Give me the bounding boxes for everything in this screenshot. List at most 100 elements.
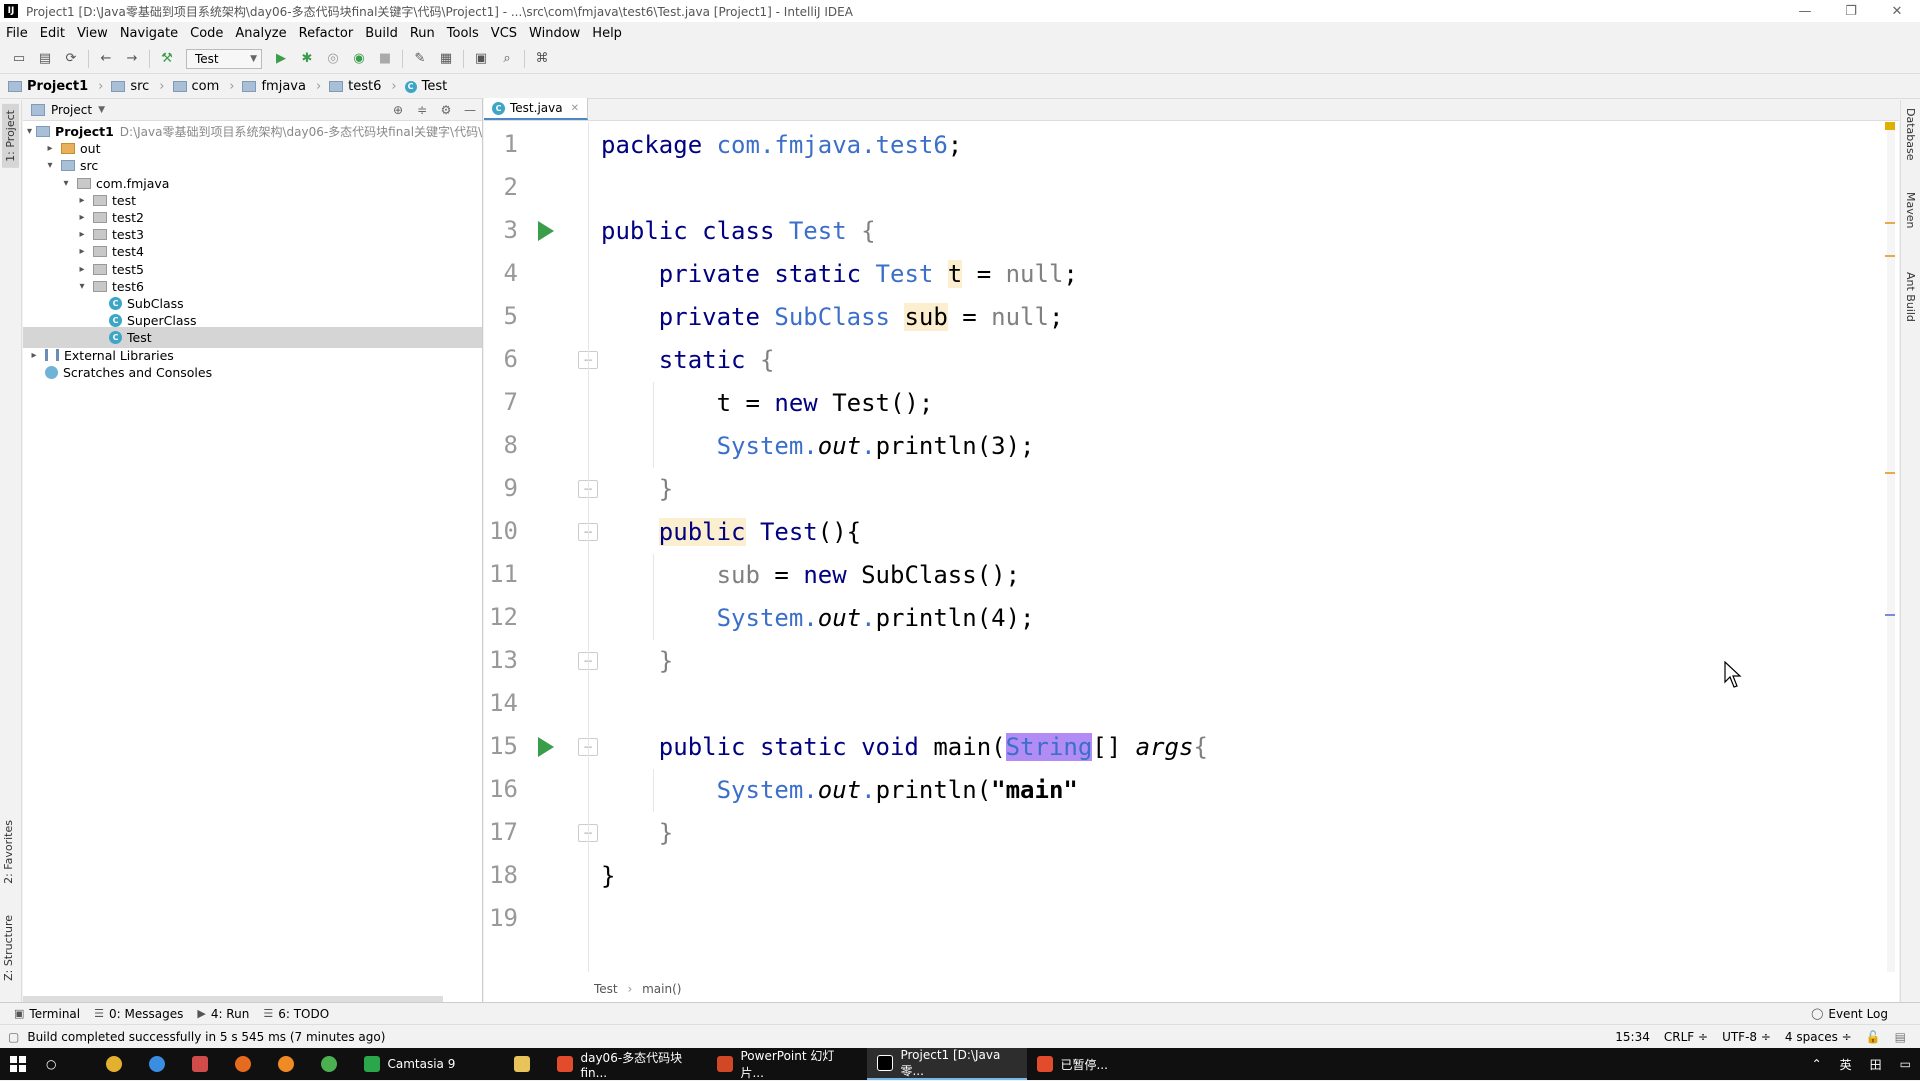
code-line[interactable]: public class Test {: [601, 210, 876, 253]
taskbar-app[interactable]: PowerPoint 幻灯片...: [707, 1048, 867, 1080]
restore-button[interactable]: ❐: [1828, 0, 1874, 22]
crumb-class[interactable]: Test: [594, 982, 618, 996]
breadcrumb-item-fmjava[interactable]: fmjava: [242, 79, 306, 94]
menu-tools[interactable]: Tools: [441, 26, 485, 41]
code-line[interactable]: System.out.println(4);: [601, 597, 1035, 640]
app-icon[interactable]: [182, 1048, 225, 1080]
chevron-down-icon[interactable]: ▾: [43, 160, 57, 171]
menu-window[interactable]: Window: [523, 26, 586, 41]
chevron-right-icon[interactable]: ▸: [75, 246, 89, 257]
line-number[interactable]: 3: [484, 216, 518, 244]
line-number[interactable]: 8: [484, 431, 518, 459]
coverage-icon[interactable]: ◎: [322, 48, 344, 70]
sdk-icon[interactable]: ▣: [470, 48, 492, 70]
translate-icon[interactable]: ⌘: [531, 48, 553, 70]
app-icon-green[interactable]: [311, 1048, 354, 1080]
breadcrumb-item-com[interactable]: com: [172, 79, 219, 94]
line-number[interactable]: 16: [484, 775, 518, 803]
menu-view[interactable]: View: [71, 26, 114, 41]
tree-item[interactable]: Scratches and Consoles: [23, 362, 482, 383]
code-line[interactable]: private SubClass sub = null;: [601, 296, 1063, 339]
project-structure-icon[interactable]: ▦: [435, 48, 457, 70]
taskbar-app[interactable]: Project1 [D:\Java零...: [867, 1048, 1028, 1080]
hide-icon[interactable]: —: [458, 103, 482, 117]
gear-icon[interactable]: ⚙: [434, 103, 458, 117]
tab-project[interactable]: 1: Project: [2, 104, 19, 168]
line-separator[interactable]: CRLF ÷: [1664, 1030, 1708, 1044]
chrome-icon[interactable]: [96, 1048, 139, 1080]
chevron-down-icon[interactable]: ▾: [27, 126, 32, 137]
tab-structure[interactable]: Z: Structure: [2, 915, 15, 981]
menu-navigate[interactable]: Navigate: [114, 26, 184, 41]
firefox-icon[interactable]: [225, 1048, 268, 1080]
menu-file[interactable]: File: [0, 26, 34, 41]
inspection-status-icon[interactable]: [1885, 122, 1895, 130]
line-number[interactable]: 1: [484, 130, 518, 158]
menu-vcs[interactable]: VCS: [485, 26, 523, 41]
line-number[interactable]: 12: [484, 603, 518, 631]
run-icon[interactable]: ▶: [270, 48, 292, 70]
notification-icon[interactable]: ▭: [1900, 1057, 1911, 1071]
chevron-right-icon[interactable]: ▸: [43, 143, 57, 154]
line-number[interactable]: 19: [484, 904, 518, 932]
search-app-icon[interactable]: [268, 1048, 311, 1080]
crumb-method[interactable]: main(): [642, 982, 681, 996]
code-line[interactable]: }: [601, 640, 673, 683]
indent-setting[interactable]: 4 spaces ÷: [1785, 1030, 1852, 1044]
start-button[interactable]: [0, 1048, 36, 1080]
tab-maven[interactable]: Maven: [1904, 192, 1917, 228]
tray-expand-icon[interactable]: ⌃: [1812, 1057, 1822, 1071]
code-line[interactable]: }: [601, 855, 615, 898]
menu-build[interactable]: Build: [359, 26, 404, 41]
line-number[interactable]: 14: [484, 689, 518, 717]
line-number[interactable]: 2: [484, 173, 518, 201]
code-line[interactable]: sub = new SubClass();: [601, 554, 1020, 597]
line-number[interactable]: 17: [484, 818, 518, 846]
build-hammer-icon[interactable]: ⚒: [156, 48, 178, 70]
chevron-right-icon[interactable]: ▸: [75, 264, 89, 275]
tab-ant-build[interactable]: Ant Build: [1904, 272, 1917, 322]
code-line[interactable]: public static void main(String[] args{: [601, 726, 1208, 769]
memory-icon[interactable]: ▤: [1895, 1030, 1906, 1044]
line-number[interactable]: 7: [484, 388, 518, 416]
ime-label[interactable]: 英: [1840, 1056, 1852, 1073]
tab-test-java[interactable]: C Test.java ✕: [484, 98, 588, 120]
minimize-button[interactable]: —: [1782, 0, 1828, 22]
chevron-down-icon[interactable]: ▼: [98, 105, 105, 115]
line-number[interactable]: 4: [484, 259, 518, 287]
code-line[interactable]: }: [601, 812, 673, 855]
code-line[interactable]: public Test(){: [601, 511, 861, 554]
chevron-right-icon[interactable]: ▸: [75, 212, 89, 223]
chevron-down-icon[interactable]: ▾: [59, 178, 73, 189]
run-config-select[interactable]: Test ▼: [186, 48, 262, 69]
file-explorer-icon[interactable]: [504, 1048, 547, 1080]
run-gutter-icon[interactable]: [538, 737, 554, 757]
lock-icon[interactable]: 🔓: [1866, 1030, 1881, 1044]
status-toggle-icon[interactable]: ▢: [8, 1030, 19, 1044]
code-line[interactable]: t = new Test();: [601, 382, 934, 425]
menu-analyze[interactable]: Analyze: [229, 26, 292, 41]
taskbar-app[interactable]: 已暂停...: [1027, 1048, 1187, 1080]
chevron-down-icon[interactable]: ▾: [75, 281, 89, 292]
event-log-button[interactable]: ◯ Event Log: [1811, 1007, 1888, 1021]
wrench-icon[interactable]: ✎: [409, 48, 431, 70]
chevron-right-icon[interactable]: ▸: [75, 229, 89, 240]
line-number[interactable]: 5: [484, 302, 518, 330]
open-icon[interactable]: ▭: [8, 48, 30, 70]
breadcrumb-item-src[interactable]: src: [111, 79, 149, 94]
search-icon[interactable]: ○: [36, 1048, 66, 1080]
code-line[interactable]: static {: [601, 339, 775, 382]
tool-terminal[interactable]: ▣ Terminal: [14, 1007, 80, 1021]
back-icon[interactable]: ←: [95, 48, 117, 70]
run-gutter-icon[interactable]: [538, 221, 554, 241]
status-message[interactable]: Build completed successfully in 5 s 545 …: [27, 1030, 385, 1044]
forward-icon[interactable]: →: [121, 48, 143, 70]
taskbar-app[interactable]: day06-多态代码块fin...: [547, 1048, 707, 1080]
code-line[interactable]: }: [601, 468, 673, 511]
code-line[interactable]: private static Test t = null;: [601, 253, 1078, 296]
tab-database[interactable]: Database: [1904, 108, 1917, 161]
search-icon[interactable]: ⌕: [496, 48, 518, 70]
line-number[interactable]: 18: [484, 861, 518, 889]
code-line[interactable]: package com.fmjava.test6;: [601, 124, 977, 167]
menu-edit[interactable]: Edit: [34, 26, 71, 41]
